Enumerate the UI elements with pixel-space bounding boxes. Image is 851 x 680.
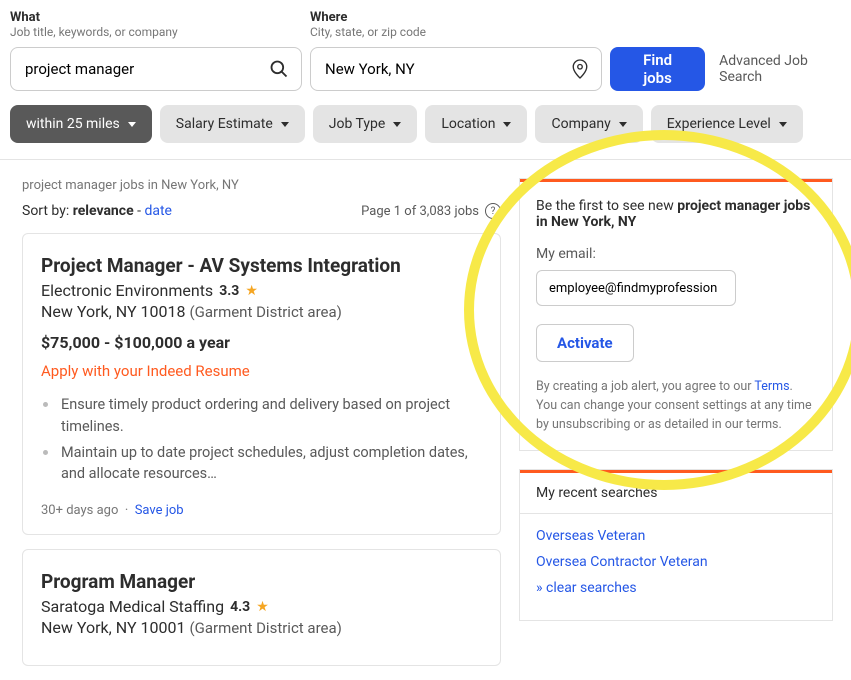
what-sublabel: Job title, keywords, or company xyxy=(10,25,310,39)
what-label: What xyxy=(10,10,310,25)
search-section: What Job title, keywords, or company Whe… xyxy=(0,0,851,91)
chevron-down-icon xyxy=(281,122,289,127)
recent-searches-panel: My recent searches Overseas Veteran Over… xyxy=(519,469,833,621)
chevron-down-icon xyxy=(128,122,136,127)
recent-search-link[interactable]: Overseas Veteran xyxy=(536,528,816,544)
company-name[interactable]: Electronic Environments xyxy=(41,281,213,300)
terms-link[interactable]: Terms xyxy=(754,379,789,394)
recent-header: My recent searches xyxy=(520,470,832,514)
job-card[interactable]: Project Manager - AV Systems Integration… xyxy=(22,233,501,535)
job-location: New York, NY 10018 xyxy=(41,302,186,321)
company-rating: 4.3 xyxy=(230,599,250,615)
job-title[interactable]: Program Manager xyxy=(41,570,482,593)
filter-job-type[interactable]: Job Type xyxy=(313,105,418,143)
posted-age: 30+ days ago xyxy=(41,503,118,518)
find-jobs-button[interactable]: Find jobs xyxy=(610,47,705,91)
chevron-down-icon xyxy=(393,122,401,127)
recent-search-link[interactable]: Oversea Contractor Veteran xyxy=(536,554,816,570)
chevron-down-icon xyxy=(619,122,627,127)
filter-location[interactable]: Location xyxy=(425,105,527,143)
search-icon xyxy=(269,59,289,79)
where-input[interactable] xyxy=(325,60,557,78)
star-icon: ★ xyxy=(256,599,269,615)
job-area: (Garment District area) xyxy=(189,619,341,637)
job-alert-panel: Be the first to see new project manager … xyxy=(519,178,833,451)
star-icon: ★ xyxy=(245,283,258,299)
where-input-wrap[interactable] xyxy=(310,47,602,91)
sort-controls: Sort by: relevance - date xyxy=(22,203,172,219)
where-label: Where xyxy=(310,10,610,25)
job-salary: $75,000 - $100,000 a year xyxy=(41,333,482,352)
email-input[interactable] xyxy=(536,270,736,306)
activate-button[interactable]: Activate xyxy=(536,324,634,362)
sort-date[interactable]: date xyxy=(144,203,172,219)
job-title[interactable]: Project Manager - AV Systems Integration xyxy=(41,254,482,277)
job-card[interactable]: Program Manager Saratoga Medical Staffin… xyxy=(22,549,501,666)
filter-within-25-miles[interactable]: within 25 miles xyxy=(10,105,152,143)
page-info: Page 1 of 3,083 jobs xyxy=(361,204,479,219)
where-sublabel: City, state, or zip code xyxy=(310,25,610,39)
chevron-down-icon xyxy=(779,122,787,127)
job-area: (Garment District area) xyxy=(189,303,341,321)
results-summary: project manager jobs in New York, NY xyxy=(22,178,501,193)
alert-disclaimer: By creating a job alert, you agree to ou… xyxy=(536,378,816,434)
what-input-wrap[interactable] xyxy=(10,47,302,91)
filter-bar: within 25 milesSalary EstimateJob TypeLo… xyxy=(0,91,851,160)
job-bullets: Ensure timely product ordering and deliv… xyxy=(41,394,482,485)
sort-relevance[interactable]: relevance xyxy=(73,203,134,219)
advanced-search-link[interactable]: Advanced Job Search xyxy=(719,53,841,85)
filter-experience-level[interactable]: Experience Level xyxy=(651,105,803,143)
help-icon[interactable]: ? xyxy=(485,203,501,219)
company-rating: 3.3 xyxy=(219,283,239,299)
company-name[interactable]: Saratoga Medical Staffing xyxy=(41,597,224,616)
location-icon xyxy=(571,58,589,80)
job-location: New York, NY 10001 xyxy=(41,618,186,637)
save-job-link[interactable]: Save job xyxy=(135,503,184,518)
filter-company[interactable]: Company xyxy=(535,105,642,143)
email-label: My email: xyxy=(536,246,816,262)
what-input[interactable] xyxy=(25,60,257,78)
clear-searches-link[interactable]: » clear searches xyxy=(536,580,816,596)
filter-salary-estimate[interactable]: Salary Estimate xyxy=(160,105,305,143)
chevron-down-icon xyxy=(503,122,511,127)
apply-link[interactable]: Apply with your Indeed Resume xyxy=(41,362,482,380)
